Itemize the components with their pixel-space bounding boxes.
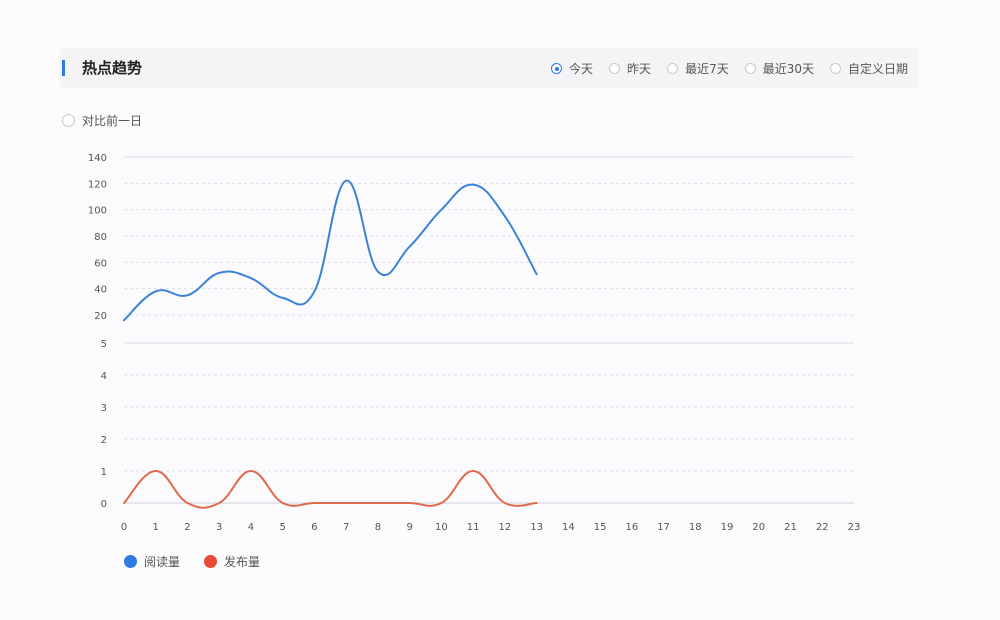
legend-item-publishes[interactable]: 发布量 — [204, 553, 260, 570]
data-point — [186, 294, 189, 297]
legend-label: 发布量 — [224, 555, 261, 569]
series-line-reads — [123, 179, 538, 322]
data-point — [377, 502, 379, 504]
series-line-publishes — [123, 470, 538, 509]
y-tick-label: 2 — [101, 435, 107, 446]
x-tick-label: 11 — [467, 522, 480, 533]
data-point — [408, 502, 411, 504]
data-point — [313, 502, 316, 504]
data-point — [535, 502, 538, 504]
x-tick-label: 14 — [562, 522, 575, 533]
y-tick-label: 100 — [88, 206, 107, 217]
x-tick-label: 21 — [784, 522, 797, 533]
x-tick-label: 7 — [343, 522, 349, 533]
y-tick-label: 120 — [88, 179, 107, 190]
data-point — [123, 502, 125, 504]
x-tick-label: 17 — [657, 522, 670, 533]
x-tick-label: 22 — [816, 522, 829, 533]
y-tick-label: 80 — [94, 232, 107, 243]
x-tick-label: 10 — [435, 522, 448, 533]
data-point — [472, 470, 474, 472]
x-tick-label: 18 — [689, 522, 702, 533]
x-tick-label: 23 — [848, 522, 861, 533]
data-point — [218, 272, 221, 274]
x-tick-label: 13 — [530, 522, 543, 533]
data-point — [345, 179, 347, 182]
x-tick-label: 1 — [153, 522, 159, 533]
x-tick-label: 12 — [499, 522, 512, 533]
data-point — [472, 183, 474, 186]
legend-label: 阅读量 — [144, 555, 181, 569]
legend-item-reads[interactable]: 阅读量 — [124, 553, 180, 570]
data-point — [313, 290, 316, 293]
x-tick-label: 0 — [121, 522, 127, 533]
data-point — [154, 470, 157, 472]
x-tick-label: 9 — [406, 522, 412, 533]
y-tick-label: 1 — [101, 467, 107, 478]
x-tick-label: 15 — [594, 522, 607, 533]
legend-dot-icon — [124, 555, 137, 568]
data-point — [345, 502, 347, 504]
data-point — [535, 273, 538, 275]
data-point — [408, 245, 411, 248]
data-point — [154, 290, 157, 293]
data-point — [281, 297, 284, 299]
trend-chart: 204060801001201400123450 1 2 3 4 5 6 7 8 9 10 11 12 1… — [88, 153, 861, 533]
y-tick-label: 40 — [94, 285, 107, 296]
data-point — [440, 502, 443, 504]
y-tick-label: 3 — [101, 403, 107, 414]
y-tick-label: 20 — [94, 311, 107, 322]
data-point — [186, 502, 189, 504]
x-tick-label: 16 — [625, 522, 638, 533]
y-tick-label: 4 — [101, 371, 107, 382]
x-tick-label: 4 — [248, 522, 254, 533]
x-tick-label: 2 — [184, 522, 190, 533]
x-tick-label: 8 — [375, 522, 381, 533]
data-point — [250, 470, 252, 472]
data-point — [377, 270, 379, 273]
x-tick-label: 6 — [311, 522, 317, 533]
legend-dot-icon — [204, 555, 218, 568]
x-tick-label: 20 — [752, 522, 765, 533]
data-point — [504, 215, 506, 218]
data-point — [440, 208, 443, 211]
x-tick-label: 3 — [216, 522, 222, 533]
data-point — [281, 502, 284, 504]
y-tick-label: 60 — [94, 258, 107, 269]
data-point — [123, 319, 125, 322]
x-tick-label: 19 — [721, 522, 734, 533]
y-tick-label: 0 — [101, 499, 107, 510]
y-tick-label: 140 — [88, 153, 107, 164]
chart-legend: 阅读量 发布量 — [124, 553, 260, 570]
x-tick-label: 5 — [280, 522, 286, 533]
data-point — [218, 502, 221, 504]
data-point — [504, 502, 506, 504]
data-point — [250, 277, 252, 279]
y-tick-label: 5 — [101, 339, 107, 350]
